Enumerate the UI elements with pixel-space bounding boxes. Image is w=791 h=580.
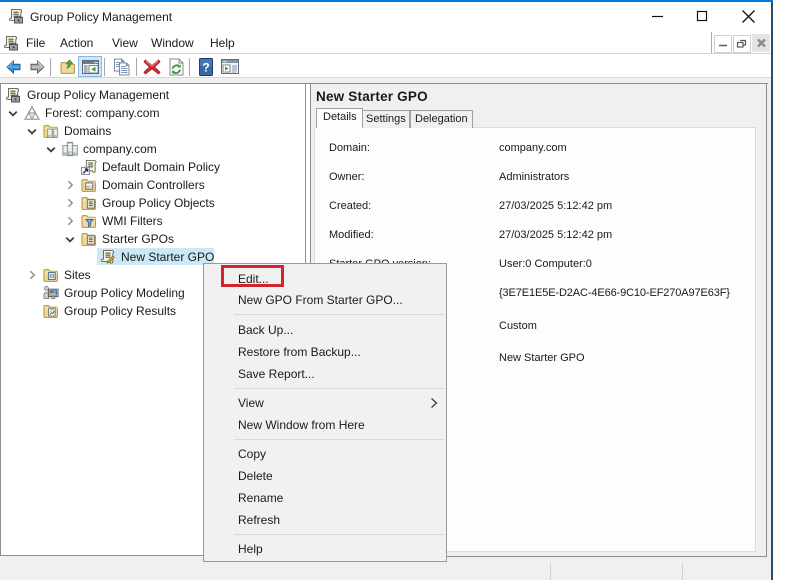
svg-text:?: ?	[202, 61, 209, 75]
